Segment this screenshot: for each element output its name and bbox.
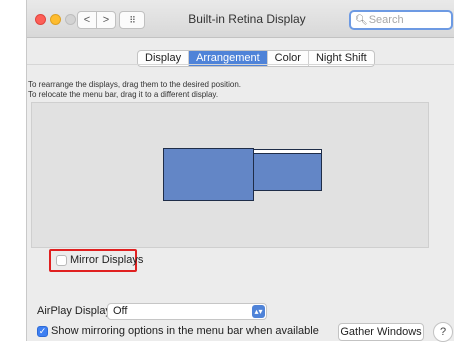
airplay-display-select[interactable]: Off ▴▾ [107, 303, 267, 320]
minimize-window-button[interactable] [50, 14, 61, 25]
window-title: Built-in Retina Display [188, 12, 306, 26]
menu-bar-indicator[interactable] [254, 150, 321, 154]
airplay-display-label: AirPlay Display: [37, 305, 115, 317]
arrangement-instructions: To rearrange the displays, drag them to … [28, 80, 241, 99]
show-all-grid-button[interactable]: ⠿ [119, 11, 145, 29]
search-icon: 🔍︎ [355, 15, 368, 26]
close-window-button[interactable] [35, 14, 46, 25]
chevron-up-down-icon: ▴▾ [252, 305, 265, 318]
mirror-displays-checkbox[interactable] [56, 255, 67, 266]
instructions-line-1: To rearrange the displays, drag them to … [28, 80, 242, 89]
gather-windows-button[interactable]: Gather Windows [338, 323, 424, 341]
forward-button[interactable]: > [96, 11, 116, 29]
show-mirroring-checkbox[interactable]: ✓ [37, 326, 48, 337]
instructions-line-2: To relocate the menu bar, drag it to a d… [28, 89, 219, 99]
help-button[interactable]: ? [433, 322, 453, 342]
title-bar: < > ⠿ Built-in Retina Display 🔍︎Search [27, 0, 454, 38]
search-field[interactable]: 🔍︎Search [349, 10, 453, 30]
show-mirroring-label[interactable]: Show mirroring options in the menu bar w… [51, 325, 319, 337]
back-button[interactable]: < [77, 11, 97, 29]
built-in-display-thumbnail[interactable] [163, 148, 254, 201]
mirror-displays-label[interactable]: Mirror Displays [70, 254, 143, 266]
mirror-displays-highlight: Mirror Displays [49, 249, 143, 272]
display-preferences-window: < > ⠿ Built-in Retina Display 🔍︎Search D… [26, 0, 454, 342]
external-display-thumbnail[interactable] [253, 149, 322, 191]
zoom-window-button[interactable] [65, 14, 76, 25]
search-placeholder: Search [368, 14, 404, 26]
airplay-display-value: Off [113, 305, 128, 317]
